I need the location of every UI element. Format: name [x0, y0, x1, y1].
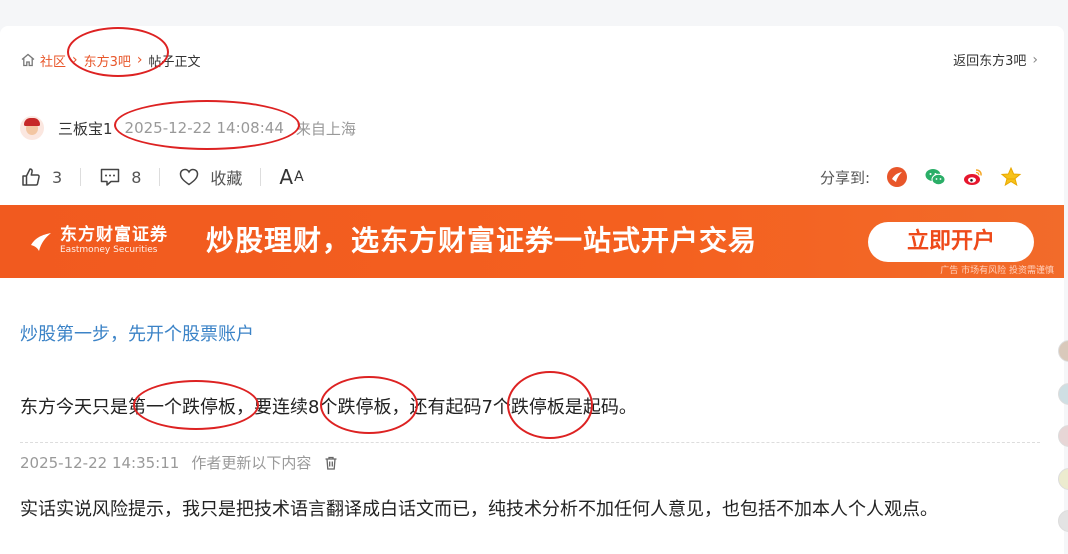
- back-label: 返回东方3吧: [953, 54, 1027, 69]
- action-bar: 3 8 收藏 A A: [20, 164, 305, 190]
- post-location: 来自上海: [295, 119, 356, 138]
- weibo-icon[interactable]: [962, 166, 984, 188]
- share-label: 分享到:: [820, 168, 871, 187]
- annotation-ellipse: [67, 27, 169, 77]
- thumbs-up-icon: [20, 166, 42, 188]
- breadcrumb-community-link[interactable]: 社区: [40, 51, 66, 70]
- trash-icon[interactable]: [323, 455, 339, 471]
- wechat-icon[interactable]: [924, 166, 946, 188]
- font-size-large: A: [279, 165, 295, 189]
- update-info: 2025-12-22 14:35:11 作者更新以下内容: [20, 452, 339, 473]
- update-time: 2025-12-22 14:35:11: [20, 453, 180, 472]
- divider: [20, 442, 1040, 443]
- annotation-ellipse: [133, 380, 259, 430]
- update-note: 作者更新以下内容: [191, 454, 312, 472]
- ad-banner[interactable]: 东方财富证券 Eastmoney Securities 炒股理财，选东方财富证券…: [0, 205, 1064, 278]
- like-button[interactable]: 3: [20, 166, 62, 188]
- chevron-right-icon: ›: [1032, 51, 1038, 68]
- heart-icon: [178, 166, 200, 188]
- collect-label: 收藏: [210, 169, 243, 188]
- comment-icon: [99, 166, 121, 188]
- post-paragraph: 实话实说风险提示，我只是把技术语言翻译成白话文而已，纯技术分析不加任何人意见，也…: [20, 499, 938, 520]
- comment-count: 8: [131, 167, 142, 187]
- divider: [159, 168, 161, 186]
- eastmoney-share-icon[interactable]: [886, 166, 908, 188]
- top-band: [0, 0, 1068, 14]
- avatar[interactable]: [20, 116, 44, 140]
- star-favorite-icon[interactable]: [1000, 166, 1022, 188]
- font-size-toggle[interactable]: A A: [279, 165, 304, 189]
- annotation-ellipse: [114, 100, 300, 150]
- divider: [260, 168, 262, 186]
- banner-logo: 东方财富证券 Eastmoney Securities: [28, 225, 168, 256]
- share-bar: 分享到:: [820, 164, 1038, 190]
- comment-button[interactable]: 8: [99, 166, 141, 188]
- banner-brand-en: Eastmoney Securities: [60, 245, 158, 255]
- open-account-button[interactable]: 立即开户: [868, 222, 1034, 262]
- ad-disclaimer: 广告 市场有风险 投资需谨慎: [940, 266, 1054, 276]
- banner-brand-cn: 东方财富证券: [60, 225, 168, 245]
- collect-button[interactable]: 收藏: [178, 165, 242, 189]
- annotation-ellipse: [507, 371, 593, 439]
- divider: [80, 168, 82, 186]
- annotation-ellipse: [320, 376, 418, 434]
- back-to-bar-link[interactable]: 返回东方3吧 ›: [953, 50, 1038, 70]
- like-count: 3: [52, 167, 63, 187]
- author-name[interactable]: 三板宝1: [58, 118, 113, 139]
- home-icon[interactable]: [20, 52, 36, 68]
- eastmoney-logo-icon: [31, 232, 51, 251]
- font-size-small: A: [294, 169, 305, 185]
- banner-slogan: 炒股理财，选东方财富证券一站式开户交易: [206, 224, 758, 257]
- open-account-promo-link[interactable]: 炒股第一步，先开个股票账户: [20, 320, 254, 346]
